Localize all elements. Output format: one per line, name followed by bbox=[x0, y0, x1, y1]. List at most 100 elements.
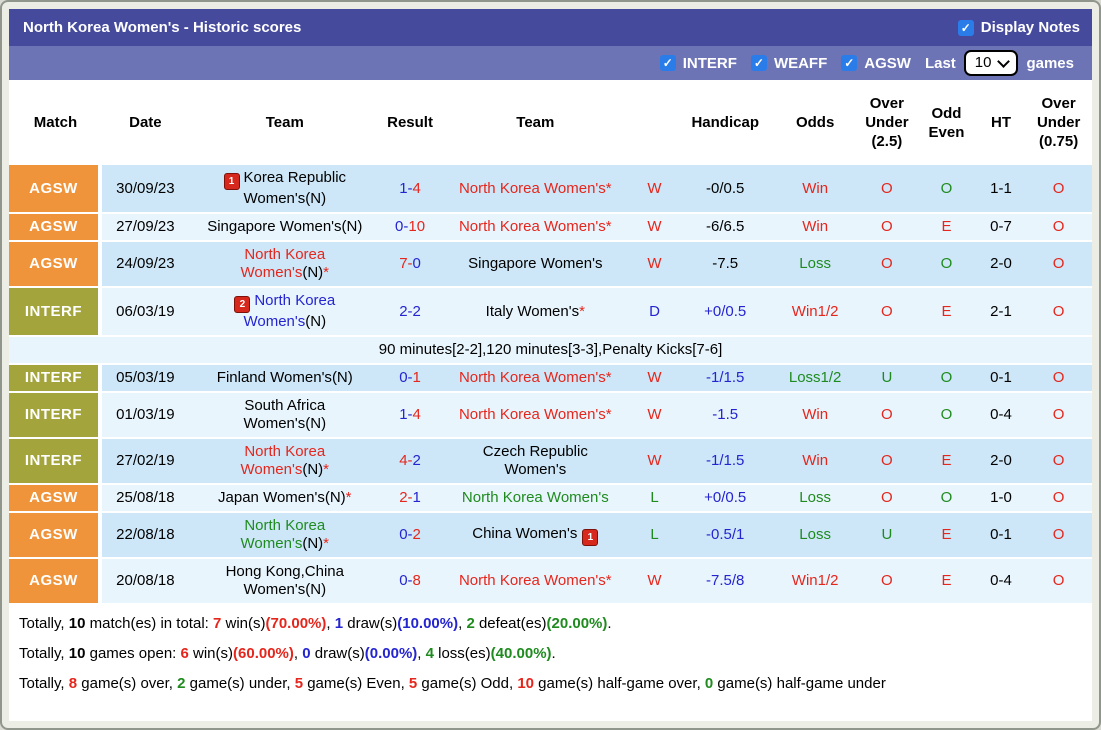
table-row: INTERF 05/03/19 Finland Women's(N) 0-1 North… bbox=[9, 365, 1092, 391]
team-star: * bbox=[605, 218, 612, 235]
wdl-cell: W bbox=[647, 255, 662, 272]
team-name[interactable]: Japan Women's bbox=[218, 489, 325, 506]
team-name[interactable]: China Women's bbox=[472, 525, 577, 542]
wdl-cell: L bbox=[650, 526, 659, 543]
filter-bar: ✓ INTERF ✓ WEAFF ✓ AGSW Last 10 games bbox=[9, 46, 1092, 80]
red-card-icon: 1 bbox=[223, 173, 240, 190]
away-team-cell: Czech Republic Women's bbox=[439, 439, 631, 483]
home-team-cell: Singapore Women's(N) bbox=[189, 214, 381, 240]
checkbox-checked-icon[interactable]: ✓ bbox=[750, 55, 767, 71]
neutral-suffix: (N) bbox=[305, 313, 327, 330]
team-name[interactable]: North Korea Women's bbox=[462, 489, 609, 506]
odd-even-cell: E bbox=[941, 452, 952, 469]
filter-interf[interactable]: ✓ INTERF bbox=[659, 54, 737, 72]
odds-cell: Win bbox=[802, 218, 829, 235]
match-note: 90 minutes[2-2],120 minutes[3-3],Penalty… bbox=[378, 341, 723, 358]
odds-cell: Loss1/2 bbox=[788, 369, 842, 386]
home-team-cell: Japan Women's(N)* bbox=[189, 485, 381, 511]
team-name[interactable]: North Korea Women's bbox=[459, 406, 606, 423]
over-under-075-cell: O bbox=[1052, 526, 1065, 543]
filter-interf-label: INTERF bbox=[682, 54, 737, 72]
team-name[interactable]: Italy Women's bbox=[486, 303, 579, 320]
team-star: * bbox=[579, 302, 585, 320]
handicap-cell: -1/1.5 bbox=[706, 369, 745, 386]
over-under-075-cell: O bbox=[1052, 489, 1065, 506]
last-games-select[interactable]: 10 bbox=[963, 50, 1019, 76]
team-name[interactable]: North Korea Women's bbox=[459, 218, 606, 235]
ht-cell: 2-1 bbox=[990, 302, 1012, 320]
summary-line: Totally, 10 match(es) in total: 7 win(s)… bbox=[19, 615, 612, 632]
over-under-25-cell: O bbox=[881, 452, 893, 469]
odd-even-cell: E bbox=[941, 572, 952, 589]
date-cell: 30/09/23 bbox=[116, 179, 175, 197]
date-cell: 24/09/23 bbox=[116, 255, 175, 272]
odd-even-cell: O bbox=[940, 369, 953, 386]
column-header: Over Under (0.75) bbox=[1025, 82, 1092, 163]
odds-cell: Win1/2 bbox=[791, 572, 839, 589]
team-name[interactable]: Finland Women's bbox=[217, 369, 332, 386]
table-row: AGSW 24/09/23 North Korea Women's(N)* 7-0 Si… bbox=[9, 242, 1092, 286]
date-cell: 05/03/19 bbox=[116, 369, 175, 386]
odd-even-cell: E bbox=[941, 302, 952, 320]
odd-even-cell: E bbox=[941, 526, 952, 543]
team-star: * bbox=[323, 461, 329, 478]
home-team-cell: North Korea Women's(N)* bbox=[189, 439, 381, 483]
match-league-cell: INTERF bbox=[9, 439, 102, 483]
match-league-cell: AGSW bbox=[9, 242, 102, 286]
column-header: HT bbox=[976, 82, 1026, 163]
team-star: * bbox=[605, 179, 612, 197]
team-name[interactable]: Hong Kong,China Women's bbox=[226, 563, 344, 598]
wdl-cell: W bbox=[647, 218, 662, 235]
handicap-cell: -6/6.5 bbox=[706, 218, 745, 235]
odd-even-cell: O bbox=[940, 179, 953, 197]
odd-even-cell: O bbox=[940, 255, 953, 272]
date-cell: 27/02/19 bbox=[116, 452, 175, 469]
table-row: INTERF 27/02/19 North Korea Women's(N)* 4-2… bbox=[9, 439, 1092, 483]
team-name[interactable]: North Korea Women's bbox=[459, 572, 606, 589]
ht-cell: 0-1 bbox=[990, 526, 1012, 543]
column-header: Match bbox=[9, 82, 102, 163]
ht-cell: 0-7 bbox=[990, 218, 1012, 235]
team-name[interactable]: North Korea Women's bbox=[459, 180, 606, 197]
filter-agsw[interactable]: ✓ AGSW bbox=[841, 55, 911, 72]
over-under-25-cell: U bbox=[881, 369, 893, 386]
result-cell: 2-1 bbox=[399, 489, 421, 506]
home-team-cell: Hong Kong,China Women's(N) bbox=[189, 559, 381, 603]
column-header: Odd Even bbox=[916, 82, 977, 163]
team-name[interactable]: Korea Republic Women's bbox=[243, 169, 346, 207]
filter-weaff[interactable]: ✓ WEAFF bbox=[750, 55, 827, 72]
match-league-cell: AGSW bbox=[9, 165, 102, 212]
home-team-cell: South Africa Women's(N) bbox=[189, 393, 381, 437]
column-header: Over Under (2.5) bbox=[857, 82, 917, 163]
column-header: Result bbox=[380, 82, 440, 163]
neutral-suffix: (N) bbox=[305, 415, 327, 432]
match-league-cell: INTERF bbox=[9, 288, 102, 335]
team-star: * bbox=[345, 489, 352, 506]
table-row: AGSW 20/08/18 Hong Kong,China Women's(N) 0-… bbox=[9, 559, 1092, 603]
away-team-cell: North Korea Women's* bbox=[439, 365, 631, 391]
summary-line: Totally, 8 game(s) over, 2 game(s) under… bbox=[19, 675, 886, 692]
team-name[interactable]: Singapore Women's bbox=[468, 255, 602, 272]
team-name[interactable]: Czech Republic Women's bbox=[483, 443, 588, 478]
result-cell: 1-4 bbox=[399, 179, 421, 197]
over-under-25-cell: O bbox=[881, 489, 893, 506]
table-row: AGSW 22/08/18 North Korea Women's(N)* 0-2 Ch… bbox=[9, 513, 1092, 557]
checkbox-checked-icon[interactable]: ✓ bbox=[659, 55, 676, 71]
team-name[interactable]: Singapore Women's bbox=[207, 218, 341, 235]
over-under-075-cell: O bbox=[1052, 218, 1065, 235]
wdl-cell: W bbox=[647, 452, 662, 469]
checkbox-checked-icon[interactable]: ✓ bbox=[841, 55, 858, 71]
odd-even-cell: E bbox=[941, 218, 952, 235]
match-league-cell: AGSW bbox=[9, 485, 102, 511]
table-row: AGSW 25/08/18 Japan Women's(N)* 2-1 North Ko… bbox=[9, 485, 1092, 511]
checkbox-checked-icon[interactable]: ✓ bbox=[957, 19, 974, 36]
team-name[interactable]: North Korea Women's bbox=[459, 369, 606, 386]
column-header bbox=[631, 82, 678, 163]
wdl-cell: L bbox=[650, 489, 659, 506]
over-under-075-cell: O bbox=[1052, 179, 1065, 197]
display-notes-toggle[interactable]: ✓ Display Notes bbox=[957, 19, 1080, 36]
table-row: AGSW 30/09/23 1 Korea Republic Women's(N) 1-… bbox=[9, 165, 1092, 212]
ht-cell: 2-0 bbox=[990, 255, 1012, 272]
result-cell: 2-2 bbox=[399, 302, 421, 320]
match-league-cell: AGSW bbox=[9, 214, 102, 240]
